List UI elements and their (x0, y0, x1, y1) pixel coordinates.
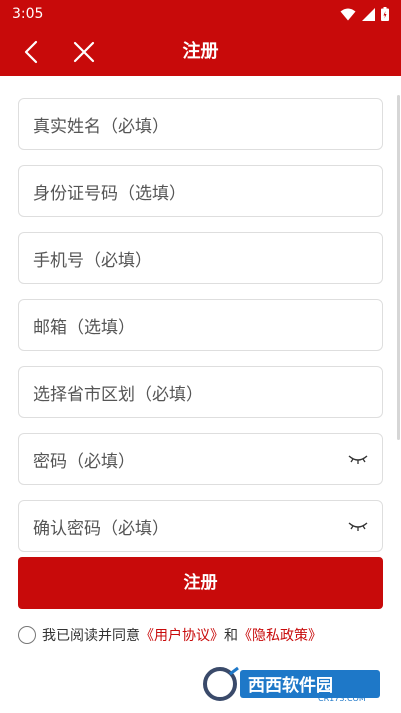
agree-radio[interactable] (18, 626, 36, 644)
agreement-connector: 和 (224, 628, 238, 644)
email-field[interactable]: 邮箱（选填） (18, 299, 383, 351)
svg-text:CR173.COM: CR173.COM (318, 694, 366, 703)
battery-icon (381, 7, 389, 21)
privacy-policy-link[interactable]: 《隐私政策》 (238, 625, 322, 645)
agreement-row: 我已阅读并同意 《用户协议》 和 《隐私政策》 (18, 624, 322, 646)
agreement-prefix: 我已阅读并同意 (42, 628, 140, 644)
eye-closed-icon[interactable] (348, 519, 368, 533)
email-placeholder: 邮箱（选填） (33, 317, 135, 338)
status-time: 3:05 (12, 6, 44, 22)
confirm-password-placeholder: 确认密码（必填） (33, 518, 169, 539)
id-number-placeholder: 身份证号码（选填） (33, 183, 186, 204)
real-name-placeholder: 真实姓名（必填） (33, 116, 169, 137)
signal-icon (362, 7, 375, 21)
wifi-icon (340, 8, 356, 20)
user-agreement-link[interactable]: 《用户协议》 (140, 625, 224, 645)
eye-closed-icon[interactable] (348, 452, 368, 466)
id-number-field[interactable]: 身份证号码（选填） (18, 165, 383, 217)
scrollbar[interactable] (397, 95, 400, 440)
title-bar: 注册 (0, 28, 401, 76)
register-button[interactable]: 注册 (18, 557, 383, 609)
status-bar: 3:05 (0, 0, 401, 28)
confirm-password-field[interactable]: 确认密码（必填） (18, 500, 383, 552)
svg-text:西西软件园: 西西软件园 (248, 675, 333, 696)
region-placeholder: 选择省市区划（必填） (33, 384, 203, 405)
phone-placeholder: 手机号（必填） (33, 250, 152, 271)
page-title: 注册 (182, 41, 219, 62)
password-placeholder: 密码（必填） (33, 451, 135, 472)
real-name-field[interactable]: 真实姓名（必填） (18, 98, 383, 150)
region-select-field[interactable]: 选择省市区划（必填） (18, 366, 383, 418)
watermark-logo: 西西软件园 CR173.COM (200, 664, 385, 704)
phone-field[interactable]: 手机号（必填） (18, 232, 383, 284)
password-field[interactable]: 密码（必填） (18, 433, 383, 485)
status-icons (340, 7, 389, 21)
